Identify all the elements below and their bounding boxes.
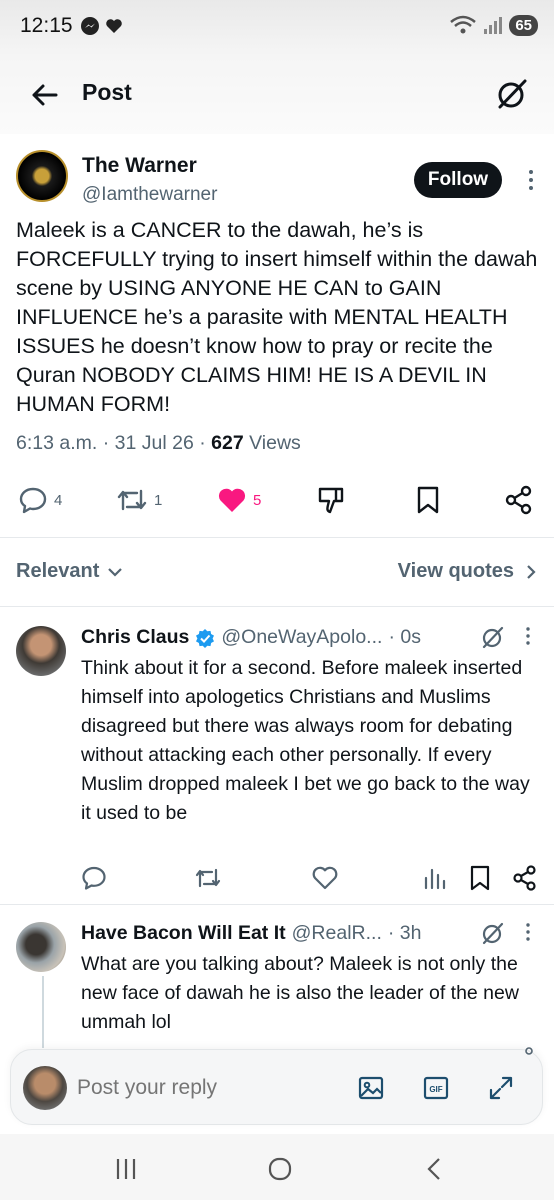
like-button[interactable]: 5 [217,480,261,520]
svg-text:GIF: GIF [429,1085,442,1094]
reply-author-handle[interactable]: @RealR... [292,922,382,945]
reply-text: What are you talking about? Maleek is no… [81,953,519,1033]
reply-avatar[interactable] [16,922,66,972]
image-icon[interactable] [357,1074,385,1102]
reply-author-name[interactable]: Chris Claus [81,626,189,649]
dislike-button[interactable] [316,480,346,520]
share-icon [505,485,532,515]
repost-icon [117,489,147,511]
post-action-bar: 4 1 5 [0,480,554,520]
user-avatar[interactable] [23,1066,67,1110]
reply-header: Have Bacon Will Eat It @RealR... · 3h [81,922,422,945]
recent-apps-icon[interactable] [112,1156,140,1182]
view-quotes-label: View quotes [397,560,514,582]
author-handle[interactable]: @Iamthewarner [82,184,217,206]
reply-composer: GIF [10,1049,543,1125]
grok-icon[interactable] [494,76,530,112]
reply-time: · 3h [387,922,422,944]
reply-input[interactable] [77,1073,317,1103]
more-options-icon[interactable] [526,168,536,192]
repost-count: 1 [154,491,163,509]
repost-icon[interactable] [194,864,222,892]
divider [0,904,554,905]
reply-time: · 0s [388,626,421,648]
post-text: Maleek is a CANCER to the dawah, he’s is… [16,218,538,416]
reply-text: Think about it for a second. Before male… [81,657,530,824]
reply-author-handle[interactable]: @OneWayApolo... [221,626,382,649]
divider [0,606,554,607]
chevron-down-icon [108,567,123,577]
follow-button[interactable]: Follow [414,162,502,198]
battery-indicator: 65 [509,14,538,36]
messenger-icon [81,17,99,35]
heart-status-icon [106,19,122,33]
share-button[interactable] [504,480,534,520]
thread-line [42,976,44,1048]
repost-button[interactable]: 1 [116,480,162,520]
downvote-icon [318,487,344,514]
reply-author-name[interactable]: Have Bacon Will Eat It [81,922,286,945]
sort-relevant-dropdown[interactable]: Relevant [16,560,123,583]
heart-icon[interactable] [311,864,339,892]
reply-action-bar [0,864,554,894]
divider [0,537,554,538]
reply-avatar[interactable] [16,626,66,676]
gif-icon[interactable]: GIF [422,1074,450,1102]
home-icon[interactable] [266,1156,294,1182]
expand-icon[interactable] [487,1074,515,1102]
page-title: Post [82,79,132,105]
like-count: 5 [253,491,262,509]
back-nav-icon[interactable] [420,1156,448,1182]
author-avatar[interactable] [16,150,68,202]
view-quotes-link[interactable]: View quotes [398,560,536,583]
post-meta: 6:13 a.m. · 31 Jul 26 · 627 Views [16,432,301,454]
wifi-icon [450,15,477,34]
scroll-indicator-icon [525,1047,533,1055]
reply-button[interactable]: 4 [18,480,62,520]
analytics-icon[interactable] [421,864,449,892]
relevant-label: Relevant [16,560,100,582]
reply-icon[interactable] [80,864,108,892]
grok-icon[interactable] [480,920,506,946]
reply-header: Chris Claus @OneWayApolo... · 0s [81,626,421,649]
signal-icon [484,17,503,34]
post-date: 31 Jul 26 [114,432,194,454]
back-arrow-icon[interactable] [28,78,62,112]
status-bar: 12:15 65 [0,0,554,56]
reply-icon [19,487,47,514]
chevron-right-icon [527,564,536,579]
views-count: 627 [211,432,244,454]
share-icon[interactable] [511,864,539,892]
reply-count: 4 [54,491,63,509]
heart-filled-icon [218,488,246,512]
more-options-icon[interactable] [524,922,532,942]
post-time: 6:13 a.m. [16,432,98,454]
grok-icon[interactable] [480,624,506,650]
bookmark-icon [417,486,439,514]
bookmark-icon[interactable] [466,864,494,892]
more-options-icon[interactable] [524,626,532,646]
views-label[interactable]: Views [249,432,301,454]
status-time: 12:15 [20,14,73,37]
author-name[interactable]: The Warner [82,154,197,178]
system-navigation-bar [0,1134,554,1200]
verified-badge-icon [196,628,215,648]
post-header: Post [0,56,554,134]
bookmark-button[interactable] [414,480,442,520]
